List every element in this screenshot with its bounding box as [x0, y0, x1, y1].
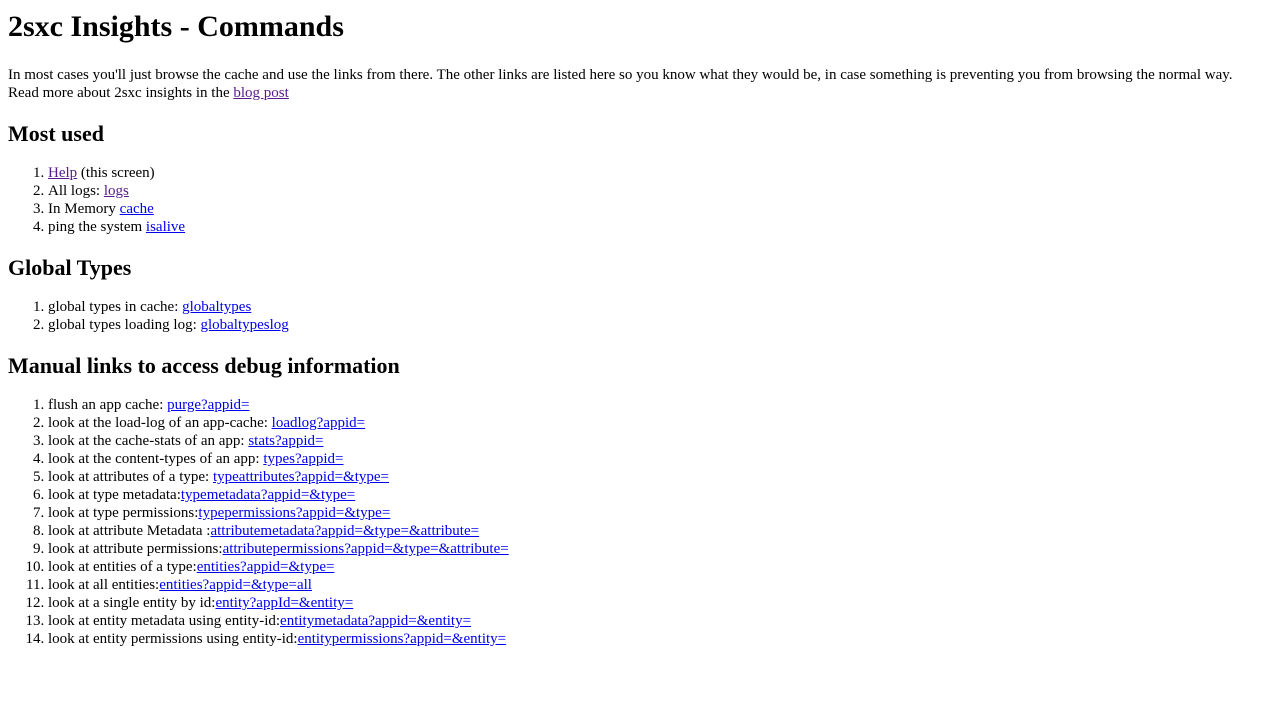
section-heading-manual-links: Manual links to access debug information: [8, 353, 400, 378]
typeattributes-link[interactable]: typeattributes?appid=&type=: [213, 469, 389, 485]
typepermissions-link[interactable]: typepermissions?appid=&type=: [198, 505, 390, 521]
list-item-text: look at all entities:: [48, 577, 160, 593]
list-item: look at entities of a type:entities?appi…: [48, 558, 1268, 576]
list-item: look at all entities:entities?appid=&typ…: [48, 576, 1268, 594]
entitypermissions-link[interactable]: entitypermissions?appid=&entity=: [298, 631, 507, 647]
section-heading-global-types: Global Types: [8, 255, 132, 280]
intro-text: In most cases you'll just browse the cac…: [8, 67, 1233, 101]
list-item: In Memory cache: [48, 200, 1268, 218]
loadlog-link[interactable]: loadlog?appid=: [272, 415, 365, 431]
list-item-suffix: (this screen): [77, 165, 155, 181]
list-item-text: look at the load-log of an app-cache:: [48, 415, 272, 431]
list-item-text: look at type metadata:: [48, 487, 181, 503]
most-used-list: Help (this screen) All logs: logs In Mem…: [8, 164, 1268, 236]
list-item-text: look at a single entity by id:: [48, 595, 216, 611]
cache-link[interactable]: cache: [120, 201, 154, 217]
stats-link[interactable]: stats?appid=: [248, 433, 323, 449]
list-item-text: look at the content-types of an app:: [48, 451, 264, 467]
list-item: global types loading log: globaltypeslog: [48, 316, 1268, 334]
help-link[interactable]: Help: [48, 165, 77, 181]
list-item: look at type metadata:typemetadata?appid…: [48, 486, 1268, 504]
attributepermissions-link[interactable]: attributepermissions?appid=&type=&attrib…: [223, 541, 509, 557]
list-item: global types in cache: globaltypes: [48, 298, 1268, 316]
all-entities-link[interactable]: entities?appid=&type=all: [159, 577, 312, 593]
logs-link[interactable]: logs: [104, 183, 129, 199]
isalive-link[interactable]: isalive: [146, 219, 185, 235]
list-item-text: global types loading log:: [48, 317, 201, 333]
list-item-text: look at attributes of a type:: [48, 469, 213, 485]
list-item: look at entity metadata using entity-id:…: [48, 612, 1268, 630]
globaltypes-link[interactable]: globaltypes: [182, 299, 251, 315]
list-item: look at the load-log of an app-cache: lo…: [48, 414, 1268, 432]
attributemetadata-link[interactable]: attributemetadata?appid=&type=&attribute…: [210, 523, 479, 539]
entities-link[interactable]: entities?appid=&type=: [197, 559, 335, 575]
page-title: 2sxc Insights - Commands: [8, 10, 344, 43]
list-item-text: flush an app cache:: [48, 397, 168, 413]
entitymetadata-link[interactable]: entitymetadata?appid=&entity=: [280, 613, 471, 629]
blog-post-link[interactable]: blog post: [233, 85, 288, 101]
entity-link[interactable]: entity?appId=&entity=: [215, 595, 353, 611]
list-item-text: look at the cache-stats of an app:: [48, 433, 249, 449]
list-item-text: In Memory: [48, 201, 120, 217]
list-item: ping the system isalive: [48, 218, 1268, 236]
list-item: flush an app cache: purge?appid=: [48, 396, 1268, 414]
manual-links-list: flush an app cache: purge?appid= look at…: [8, 396, 1268, 648]
list-item-text: look at type permissions:: [48, 505, 199, 521]
list-item-text: look at entities of a type:: [48, 559, 197, 575]
types-link[interactable]: types?appid=: [263, 451, 343, 467]
list-item: look at type permissions:typepermissions…: [48, 504, 1268, 522]
list-item: Help (this screen): [48, 164, 1268, 182]
purge-link[interactable]: purge?appid=: [167, 397, 249, 413]
list-item: look at the cache-stats of an app: stats…: [48, 432, 1268, 450]
intro-paragraph: In most cases you'll just browse the cac…: [8, 66, 1248, 102]
list-item: look at entity permissions using entity-…: [48, 630, 1268, 648]
globaltypeslog-link[interactable]: globaltypeslog: [200, 317, 288, 333]
list-item-text: global types in cache:: [48, 299, 183, 315]
list-item: look at the content-types of an app: typ…: [48, 450, 1268, 468]
section-heading-most-used: Most used: [8, 121, 104, 146]
list-item-text: look at entity metadata using entity-id:: [48, 613, 281, 629]
global-types-list: global types in cache: globaltypes globa…: [8, 298, 1268, 334]
list-item-text: ping the system: [48, 219, 146, 235]
typemetadata-link[interactable]: typemetadata?appid=&type=: [181, 487, 355, 503]
list-item: look at attribute permissions:attributep…: [48, 540, 1268, 558]
list-item-text: look at entity permissions using entity-…: [48, 631, 298, 647]
list-item: look at a single entity by id:entity?app…: [48, 594, 1268, 612]
list-item-text: All logs:: [48, 183, 104, 199]
list-item: look at attributes of a type: typeattrib…: [48, 468, 1268, 486]
page: 2sxc Insights - Commands In most cases y…: [0, 10, 1276, 648]
list-item: look at attribute Metadata :attributemet…: [48, 522, 1268, 540]
list-item-text: look at attribute Metadata :: [48, 523, 211, 539]
list-item-text: look at attribute permissions:: [48, 541, 223, 557]
list-item: All logs: logs: [48, 182, 1268, 200]
